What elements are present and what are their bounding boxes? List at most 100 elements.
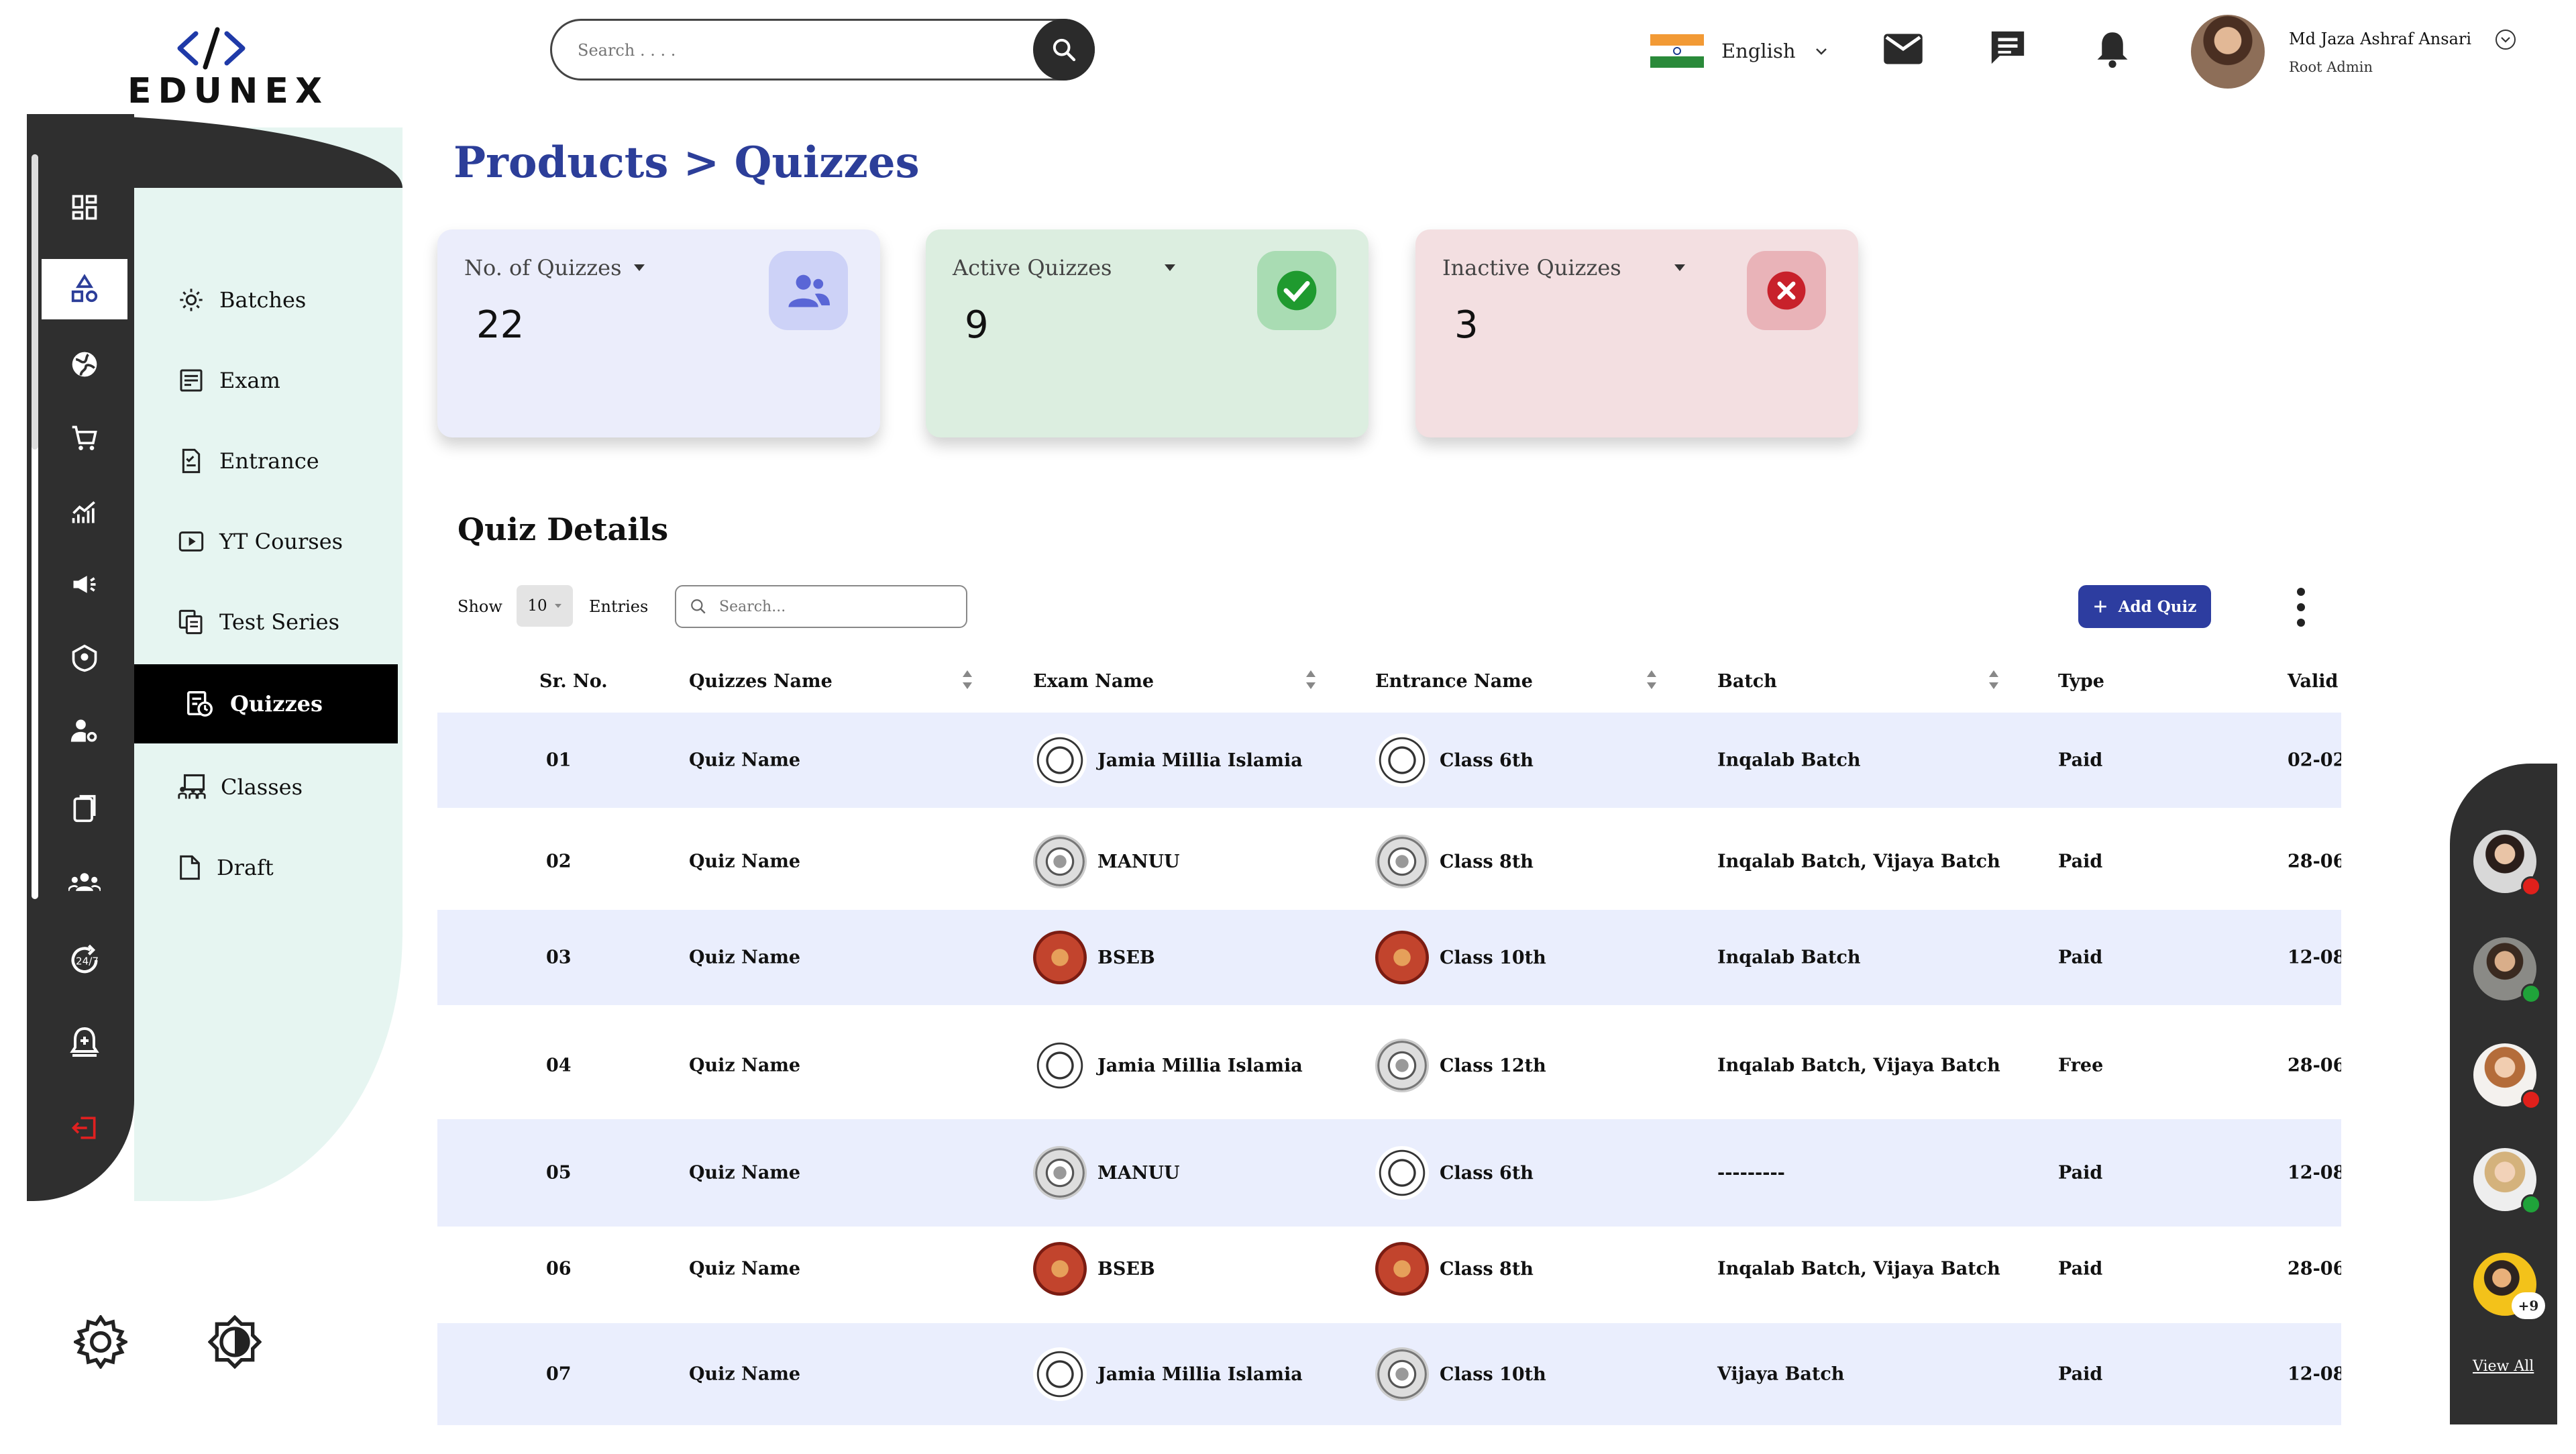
subnav-label: YT Courses	[219, 529, 343, 554]
card-inactive-quizzes[interactable]: Inactive Quizzes 3	[1415, 229, 1858, 437]
rail-analytics[interactable]	[42, 482, 127, 542]
cell-type: Paid	[2058, 1162, 2103, 1184]
entrance-seal-icon	[1375, 1242, 1429, 1296]
rail-support[interactable]	[42, 628, 127, 688]
bell-icon	[2097, 32, 2128, 68]
edunex-logo[interactable]: EDUNEX	[127, 27, 322, 114]
table-row[interactable]: 01 Quiz Name Jamia Millia Islamia Class 6th…	[437, 713, 2341, 808]
subnav-yt-courses[interactable]: YT Courses	[178, 518, 392, 565]
col-quiz-name[interactable]: Quizzes Name	[689, 671, 833, 692]
col-type[interactable]: Type	[2058, 671, 2104, 692]
subnav-batches[interactable]: Batches	[178, 276, 392, 323]
rail-dashboard[interactable]	[42, 177, 127, 238]
card-active-quizzes[interactable]: Active Quizzes 9	[926, 229, 1368, 437]
plus-icon	[2094, 601, 2106, 613]
exam-seal-icon	[1033, 1242, 1087, 1296]
card-total-quizzes[interactable]: No. of Quizzes 22	[437, 229, 880, 437]
subnav-exam[interactable]: Exam	[178, 357, 392, 404]
rail-scrollbar-thumb[interactable]	[32, 154, 38, 450]
user-menu-toggle[interactable]	[2496, 30, 2516, 50]
cell-entrance: Class 10th	[1375, 1347, 1546, 1401]
sort-icon[interactable]	[961, 668, 974, 691]
rail-products[interactable]	[42, 259, 127, 319]
rail-alerts[interactable]	[42, 1012, 127, 1072]
classes-icon	[178, 774, 206, 799]
language-label: English	[1721, 40, 1796, 62]
col-valid[interactable]: Valid	[2288, 671, 2338, 692]
global-search[interactable]	[550, 19, 1095, 81]
card-title[interactable]: No. of Quizzes	[464, 255, 645, 280]
card-title[interactable]: Active Quizzes	[953, 255, 1176, 280]
sort-icon[interactable]	[1987, 668, 2000, 691]
play-icon	[178, 531, 204, 552]
cell-sr-no: 01	[546, 749, 572, 771]
mail-button[interactable]	[1882, 28, 1924, 70]
settings-button[interactable]	[72, 1314, 129, 1370]
col-entrance-name[interactable]: Entrance Name	[1375, 671, 1533, 692]
cell-quiz-name[interactable]: Quiz Name	[689, 1364, 800, 1385]
table-row[interactable]: 06 Quiz Name BSEB Class 8th Inqalab Batch, V…	[437, 1221, 2341, 1316]
exam-seal-icon	[1033, 1039, 1087, 1092]
table-row[interactable]: 03 Quiz Name BSEB Class 10th Inqalab Batch Pa…	[437, 910, 2341, 1005]
subnav-label: Classes	[221, 774, 303, 800]
sort-icon[interactable]	[1304, 668, 1318, 691]
theme-toggle[interactable]	[207, 1314, 262, 1369]
language-selector[interactable]: English	[1650, 32, 1838, 70]
rail-24x7[interactable]: 24/7	[42, 930, 127, 990]
search-button[interactable]	[1033, 19, 1095, 81]
exam-name: Jamia Millia Islamia	[1097, 749, 1303, 771]
entries-select[interactable]: 10	[517, 585, 573, 627]
sort-icon[interactable]	[1645, 668, 1658, 691]
exam-name: MANUU	[1097, 1162, 1180, 1184]
subnav-classes[interactable]: Classes	[178, 764, 392, 811]
entrance-seal-icon	[1375, 733, 1429, 787]
rail-groups[interactable]	[42, 852, 127, 913]
more-contacts-badge[interactable]: +9	[2512, 1292, 2545, 1319]
subnav-draft[interactable]: Draft	[178, 844, 392, 891]
cell-quiz-name[interactable]: Quiz Name	[689, 947, 800, 968]
subnav-label: Test Series	[219, 609, 339, 635]
global-search-input[interactable]	[578, 36, 980, 65]
rail-user-settings[interactable]	[42, 700, 127, 761]
col-exam-name[interactable]: Exam Name	[1033, 671, 1154, 692]
rail-cart[interactable]	[42, 408, 127, 468]
shield-user-icon	[72, 644, 97, 672]
cell-valid: 28-06-	[2288, 1258, 2341, 1280]
user-avatar[interactable]	[2191, 15, 2265, 89]
subnav-quizzes[interactable]: Quizzes	[134, 664, 398, 743]
col-sr-no[interactable]: Sr. No.	[539, 671, 608, 692]
cell-batch: Inqalab Batch	[1717, 947, 1861, 968]
rail-campaigns[interactable]	[42, 554, 127, 615]
cell-quiz-name[interactable]: Quiz Name	[689, 750, 800, 771]
notifications-button[interactable]	[2092, 28, 2133, 70]
cell-quiz-name[interactable]: Quiz Name	[689, 1259, 800, 1280]
users-icon	[788, 274, 830, 307]
rail-documents[interactable]	[42, 778, 127, 839]
more-options-icon[interactable]	[2288, 584, 2314, 631]
cell-sr-no: 02	[546, 851, 572, 872]
cell-batch: Inqalab Batch, Vijaya Batch	[1717, 851, 2000, 872]
table-row[interactable]: 05 Quiz Name MANUU Class 6th --------- Paid 12…	[437, 1119, 2341, 1227]
table-row[interactable]: 04 Quiz Name Jamia Millia Islamia Class 12t…	[437, 1012, 2341, 1119]
cell-exam: Jamia Millia Islamia	[1033, 1039, 1303, 1092]
messages-button[interactable]	[1987, 27, 2029, 68]
view-all-link[interactable]: View All	[2473, 1358, 2534, 1375]
add-quiz-button[interactable]: Add Quiz	[2078, 585, 2211, 628]
cell-quiz-name[interactable]: Quiz Name	[689, 851, 800, 872]
mail-icon	[1884, 34, 1923, 64]
card-title[interactable]: Inactive Quizzes	[1442, 255, 1686, 280]
col-batch[interactable]: Batch	[1717, 671, 1777, 692]
entrance-icon	[182, 448, 201, 474]
cell-valid: 28-06-	[2288, 851, 2341, 872]
rail-globe[interactable]	[42, 334, 127, 395]
subnav-test-series[interactable]: Test Series	[178, 599, 392, 645]
table-search-input[interactable]	[719, 598, 961, 615]
subnav-entrance[interactable]: Entrance	[178, 437, 392, 484]
table-search[interactable]	[675, 585, 967, 628]
cell-quiz-name[interactable]: Quiz Name	[689, 1163, 800, 1184]
cell-batch: Inqalab Batch, Vijaya Batch	[1717, 1258, 2000, 1280]
table-row[interactable]: 02 Quiz Name MANUU Class 8th Inqalab Batch, …	[437, 808, 2341, 915]
rail-logout[interactable]	[42, 1098, 127, 1158]
table-row[interactable]: 07 Quiz Name Jamia Millia Islamia Class 10t…	[437, 1323, 2341, 1425]
cell-quiz-name[interactable]: Quiz Name	[689, 1055, 800, 1076]
